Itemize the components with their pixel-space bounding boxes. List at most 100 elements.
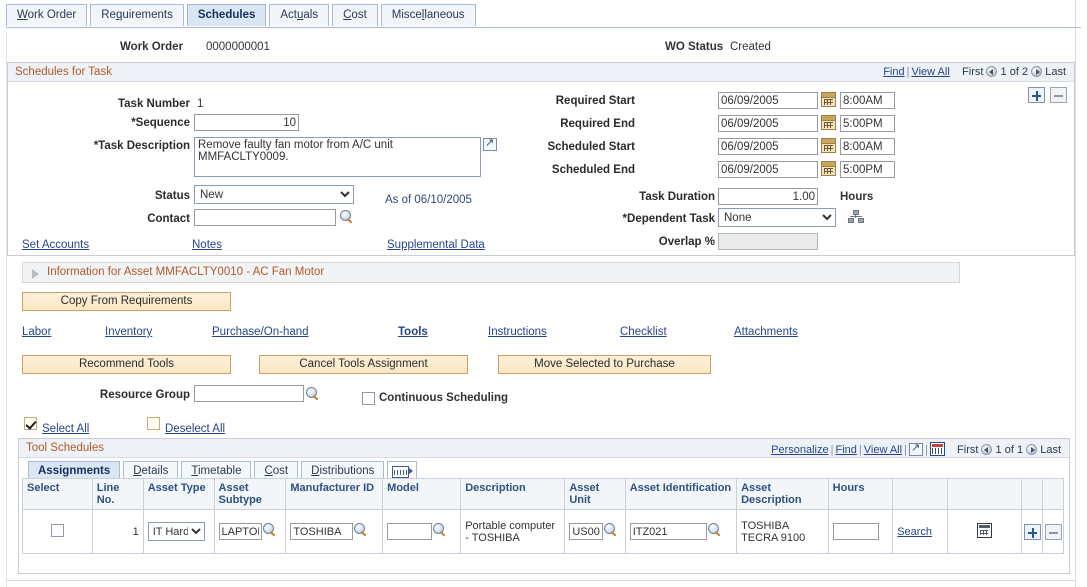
col-line-no: Line No. xyxy=(92,479,143,510)
sequence-input[interactable] xyxy=(194,114,299,131)
previous-row-icon[interactable] xyxy=(986,66,997,77)
tab-actuals[interactable]: Actuals xyxy=(269,4,329,26)
set-accounts-link-wrap: Set Accounts xyxy=(22,239,89,251)
scheduled-start-date-input[interactable] xyxy=(718,138,818,155)
delete-schedule-row-button[interactable] xyxy=(1050,87,1067,103)
scheduled-end-calendar-icon[interactable] xyxy=(821,161,836,176)
continuous-scheduling-checkbox[interactable] xyxy=(362,392,375,405)
first-label[interactable]: First xyxy=(962,66,983,78)
grid-view-all-link[interactable]: View All xyxy=(864,444,902,456)
contact-lookup-icon[interactable] xyxy=(340,210,354,224)
asset-subtype-input[interactable] xyxy=(219,523,262,540)
grid-previous-icon[interactable] xyxy=(981,444,992,455)
tools-link[interactable]: Tools xyxy=(398,326,428,338)
asset-unit-lookup-icon[interactable] xyxy=(604,523,618,537)
next-row-icon[interactable] xyxy=(1031,66,1042,77)
model-lookup-icon[interactable] xyxy=(433,523,447,537)
scheduled-end-time-input[interactable] xyxy=(840,161,895,178)
asset-subtype-lookup-icon[interactable] xyxy=(263,523,277,537)
resource-group-input[interactable] xyxy=(194,385,304,402)
required-end-calendar-icon[interactable] xyxy=(821,115,836,130)
asset-type-select[interactable]: IT Hardw xyxy=(148,522,205,541)
manufacturer-id-input[interactable] xyxy=(290,523,353,540)
download-grid-icon[interactable] xyxy=(930,442,945,456)
dependent-task-label: *Dependent Task xyxy=(560,213,715,225)
sequence-label: *Sequence xyxy=(40,117,190,129)
cancel-tools-assignment-button[interactable]: Cancel Tools Assignment xyxy=(259,355,468,374)
find-link[interactable]: Find xyxy=(883,66,904,78)
hours-input[interactable] xyxy=(833,523,879,540)
scheduled-start-calendar-icon[interactable] xyxy=(821,138,836,153)
asset-information-collapsible-bar[interactable]: Information for Asset MMFACLTY0010 - AC … xyxy=(22,262,960,283)
recommend-tools-button[interactable]: Recommend Tools xyxy=(22,355,231,374)
schedules-for-task-title: Schedules for Task xyxy=(15,66,112,78)
delete-tool-row-button[interactable] xyxy=(1045,524,1062,540)
task-hierarchy-icon[interactable] xyxy=(848,210,864,224)
select-all-link[interactable]: Select All xyxy=(42,423,89,435)
dependent-task-select[interactable]: None xyxy=(718,208,836,227)
copy-from-requirements-button[interactable]: Copy From Requirements xyxy=(22,292,231,311)
asset-unit-input[interactable] xyxy=(569,523,603,540)
select-all-checkbox[interactable] xyxy=(24,417,37,430)
add-tool-row-button[interactable] xyxy=(1024,524,1041,540)
row-select-checkbox[interactable] xyxy=(51,524,64,537)
supplemental-data-link[interactable]: Supplemental Data xyxy=(387,239,485,251)
grid-next-icon[interactable] xyxy=(1026,444,1037,455)
labor-link[interactable]: Labor xyxy=(22,326,51,338)
cell-select xyxy=(23,510,93,554)
move-selected-to-purchase-button[interactable]: Move Selected to Purchase xyxy=(498,355,711,374)
asset-identification-lookup-icon[interactable] xyxy=(708,523,722,537)
view-all-link[interactable]: View All xyxy=(911,66,949,78)
notes-link[interactable]: Notes xyxy=(192,239,222,251)
instructions-link[interactable]: Instructions xyxy=(488,326,547,338)
deselect-all-checkbox[interactable] xyxy=(147,417,160,430)
asset-identification-input[interactable] xyxy=(630,523,707,540)
set-accounts-link[interactable]: Set Accounts xyxy=(22,239,89,251)
contact-input[interactable] xyxy=(194,209,336,226)
wo-status-value: Created xyxy=(730,41,771,53)
tab-miscellaneous[interactable]: Miscellaneous xyxy=(381,4,476,26)
add-schedule-row-button[interactable] xyxy=(1028,87,1045,103)
manufacturer-id-lookup-icon[interactable] xyxy=(354,523,368,537)
table-header-row: Select Line No. Asset Type Asset Subtype… xyxy=(23,479,1064,510)
select-all-link-wrap: Select All xyxy=(42,423,89,435)
expand-grid-icon[interactable] xyxy=(909,443,923,456)
task-description-expand-icon[interactable] xyxy=(483,138,497,151)
grid-find-link[interactable]: Find xyxy=(835,444,856,456)
scheduled-start-time-input[interactable] xyxy=(840,138,895,155)
col-schedule-icon xyxy=(948,479,1022,510)
col-hours: Hours xyxy=(828,479,893,510)
last-label[interactable]: Last xyxy=(1045,66,1066,78)
grid-last-label[interactable]: Last xyxy=(1040,444,1061,456)
required-end-time-input[interactable] xyxy=(840,115,895,132)
tab-requirements[interactable]: Requirements xyxy=(90,4,184,26)
cell-add xyxy=(1022,510,1043,554)
search-link[interactable]: Search xyxy=(897,526,932,538)
inventory-link[interactable]: Inventory xyxy=(105,326,152,338)
model-input[interactable] xyxy=(387,523,432,540)
scheduled-end-date-input[interactable] xyxy=(718,161,818,178)
task-duration-input[interactable] xyxy=(718,188,818,205)
required-start-calendar-icon[interactable] xyxy=(821,92,836,107)
purchase-onhand-link[interactable]: Purchase/On-hand xyxy=(212,326,309,338)
tab-work-order[interactable]: Work Order xyxy=(6,4,87,26)
resource-group-lookup-icon[interactable] xyxy=(306,387,320,401)
tab-schedules[interactable]: Schedules xyxy=(187,4,267,26)
required-end-date-input[interactable] xyxy=(718,115,818,132)
task-description-textarea[interactable]: Remove faulty fan motor from A/C unit MM… xyxy=(194,137,481,177)
checklist-link[interactable]: Checklist xyxy=(620,326,667,338)
row-schedule-calendar-icon[interactable] xyxy=(977,523,992,538)
col-select: Select xyxy=(23,479,93,510)
required-start-time-input[interactable] xyxy=(840,92,895,109)
deselect-all-link[interactable]: Deselect All xyxy=(165,423,225,435)
required-start-date-input[interactable] xyxy=(718,92,818,109)
cell-asset-description: TOSHIBA TECRA 9100 xyxy=(737,510,829,554)
personalize-link[interactable]: Personalize xyxy=(771,444,828,456)
work-order-value: 0000000001 xyxy=(206,41,270,53)
cell-schedule-icon xyxy=(948,510,1022,554)
status-select[interactable]: New xyxy=(194,185,354,204)
grid-first-label[interactable]: First xyxy=(957,444,978,456)
tab-cost[interactable]: Cost xyxy=(332,4,378,26)
attachments-link[interactable]: Attachments xyxy=(734,326,798,338)
work-order-label: Work Order xyxy=(120,41,183,53)
